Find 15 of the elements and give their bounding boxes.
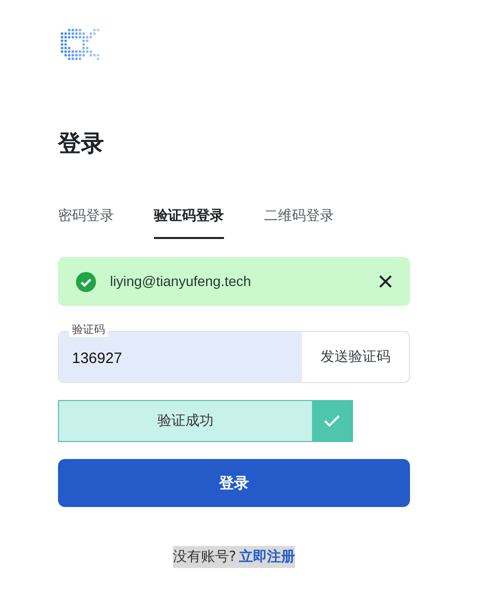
check-icon — [324, 415, 340, 427]
logo-icon — [58, 26, 102, 62]
page-title: 登录 — [58, 130, 105, 159]
verify-text: 验证成功 — [156, 412, 214, 430]
signup-prompt: 没有账号? — [172, 548, 238, 567]
login-tab[interactable]: 验证码登录 — [154, 206, 224, 239]
login-button[interactable]: 登录 — [58, 459, 410, 507]
login-tab[interactable]: 二维码登录 — [264, 206, 334, 239]
login-tab[interactable]: 密码登录 — [58, 206, 114, 239]
email-text: liying@tianyufeng.tech — [110, 272, 252, 291]
check-circle-icon — [76, 272, 96, 292]
signup-link[interactable]: 立即注册 — [239, 546, 296, 568]
close-icon[interactable] — [379, 275, 392, 288]
slider-verify[interactable]: 验证成功 — [58, 400, 353, 442]
slider-handle[interactable] — [312, 401, 352, 441]
